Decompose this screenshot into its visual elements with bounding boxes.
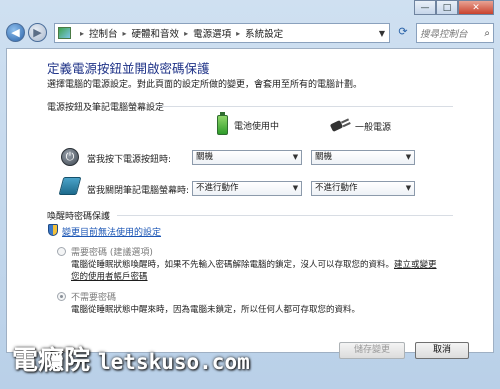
radio-label-no-password[interactable]: 不需要密碼 (71, 290, 116, 303)
chevron-down-icon: ▼ (405, 153, 412, 161)
require-password-description: 電腦從睡眠狀態喚醒時，如果不先輸入密碼解除電腦的鎖定，沒人可以存取您的資料。 (71, 260, 395, 270)
search-icon[interactable]: ⌕ (484, 28, 490, 39)
chevron-down-icon: ▼ (292, 184, 299, 192)
chevron-right-icon: ▸ (80, 28, 85, 38)
power-button-icon: ⏻ (61, 148, 79, 166)
refresh-icon[interactable]: ⟳ (394, 25, 412, 41)
breadcrumb-power-options[interactable]: 電源選項 (193, 26, 231, 40)
no-password-description: 電腦從睡眠狀態中醒來時，因為電腦未鎖定，所以任何人都可存取您的資料。 (71, 305, 361, 315)
power-button-battery-select[interactable]: 關機 ▼ (192, 150, 302, 165)
user-account-password-link[interactable]: 您的使用者帳戶密碼 (71, 270, 148, 282)
uac-shield-icon (48, 224, 58, 236)
chevron-down-icon: ▼ (405, 184, 412, 192)
breadcrumb-system-settings[interactable]: 系統設定 (245, 26, 283, 40)
search-placeholder: 搜尋控制台 (420, 29, 468, 40)
control-panel-icon (58, 27, 71, 39)
search-input[interactable]: 搜尋控制台 ⌕ (416, 23, 494, 43)
chevron-down-icon[interactable]: ▼ (379, 29, 385, 38)
column-label-plugged: 一般電源 (355, 122, 392, 133)
column-label-battery: 電池使用中 (234, 121, 280, 132)
maximize-button[interactable]: □ (436, 0, 458, 15)
chevron-right-icon[interactable]: ▸ (123, 29, 127, 38)
navigation-bar: ◀ ▶ ▸ 控制台 ▸ 硬體和音效 ▸ 電源選項 ▸ 系統設定 ▼ ⟳ 搜尋控制… (6, 22, 494, 44)
back-button[interactable]: ◀ (6, 23, 25, 42)
column-header-plugged: 一般電源 (329, 119, 391, 133)
forward-button[interactable]: ▶ (28, 23, 47, 42)
plug-icon (329, 119, 349, 133)
watermark-brand: 電癮院 (12, 346, 91, 376)
page-description: 選擇電腦的電源設定。對此頁面的設定所做的變更，會套用至所有的電腦計劃。 (47, 80, 363, 90)
laptop-lid-battery-select[interactable]: 不進行動作 ▼ (192, 181, 302, 196)
watermark-site: letskuso.com (98, 350, 250, 374)
breadcrumb-control-panel[interactable]: 控制台 (89, 26, 118, 40)
section-heading-wake: 喚醒時密碼保護 (47, 212, 111, 222)
chevron-right-icon[interactable]: ▸ (236, 29, 240, 38)
section-heading-power: 電源按鈕及筆記電腦螢幕設定 (47, 103, 165, 113)
content-pane: 定義電源按鈕並開啟密碼保護 選擇電腦的電源設定。對此頁面的設定所做的變更，會套用… (6, 48, 494, 359)
control-panel-window: — □ ✕ ◀ ▶ ▸ 控制台 ▸ 硬體和音效 ▸ 電源選項 ▸ 系統設定 ▼ … (0, 0, 500, 389)
breadcrumb-hardware-sound[interactable]: 硬體和音效 (132, 26, 180, 40)
radio-no-password[interactable] (57, 292, 66, 301)
close-button[interactable]: ✕ (458, 0, 494, 15)
save-changes-button[interactable]: 儲存變更 (339, 342, 405, 359)
divider (117, 215, 453, 216)
minimize-button[interactable]: — (414, 0, 436, 15)
page-title: 定義電源按鈕並開啟密碼保護 (47, 61, 210, 76)
radio-require-password[interactable] (57, 247, 66, 256)
change-unavailable-settings-link[interactable]: 變更目前無法使用的設定 (62, 225, 161, 238)
cancel-button[interactable]: 取消 (415, 342, 469, 359)
laptop-lid-icon (58, 177, 82, 195)
column-header-battery: 電池使用中 (217, 112, 280, 135)
create-change-password-link[interactable]: 建立或變更 (394, 258, 437, 270)
divider (157, 106, 453, 107)
address-bar[interactable]: ▸ 控制台 ▸ 硬體和音效 ▸ 電源選項 ▸ 系統設定 ▼ (54, 23, 390, 43)
chevron-down-icon: ▼ (292, 153, 299, 161)
window-caption-buttons: — □ ✕ (414, 0, 494, 15)
chevron-right-icon[interactable]: ▸ (184, 29, 188, 38)
power-button-label: 當我按下電源按鈕時: (87, 155, 172, 165)
battery-icon (217, 112, 228, 135)
radio-label-require-password[interactable]: 需要密碼 (建議選項) (71, 245, 153, 258)
laptop-lid-label: 當我關閉筆記電腦螢幕時: (87, 186, 190, 196)
watermark: 電癮院 letskuso.com (12, 340, 250, 377)
power-button-plugged-select[interactable]: 關機 ▼ (311, 150, 415, 165)
laptop-lid-plugged-select[interactable]: 不進行動作 ▼ (311, 181, 415, 196)
